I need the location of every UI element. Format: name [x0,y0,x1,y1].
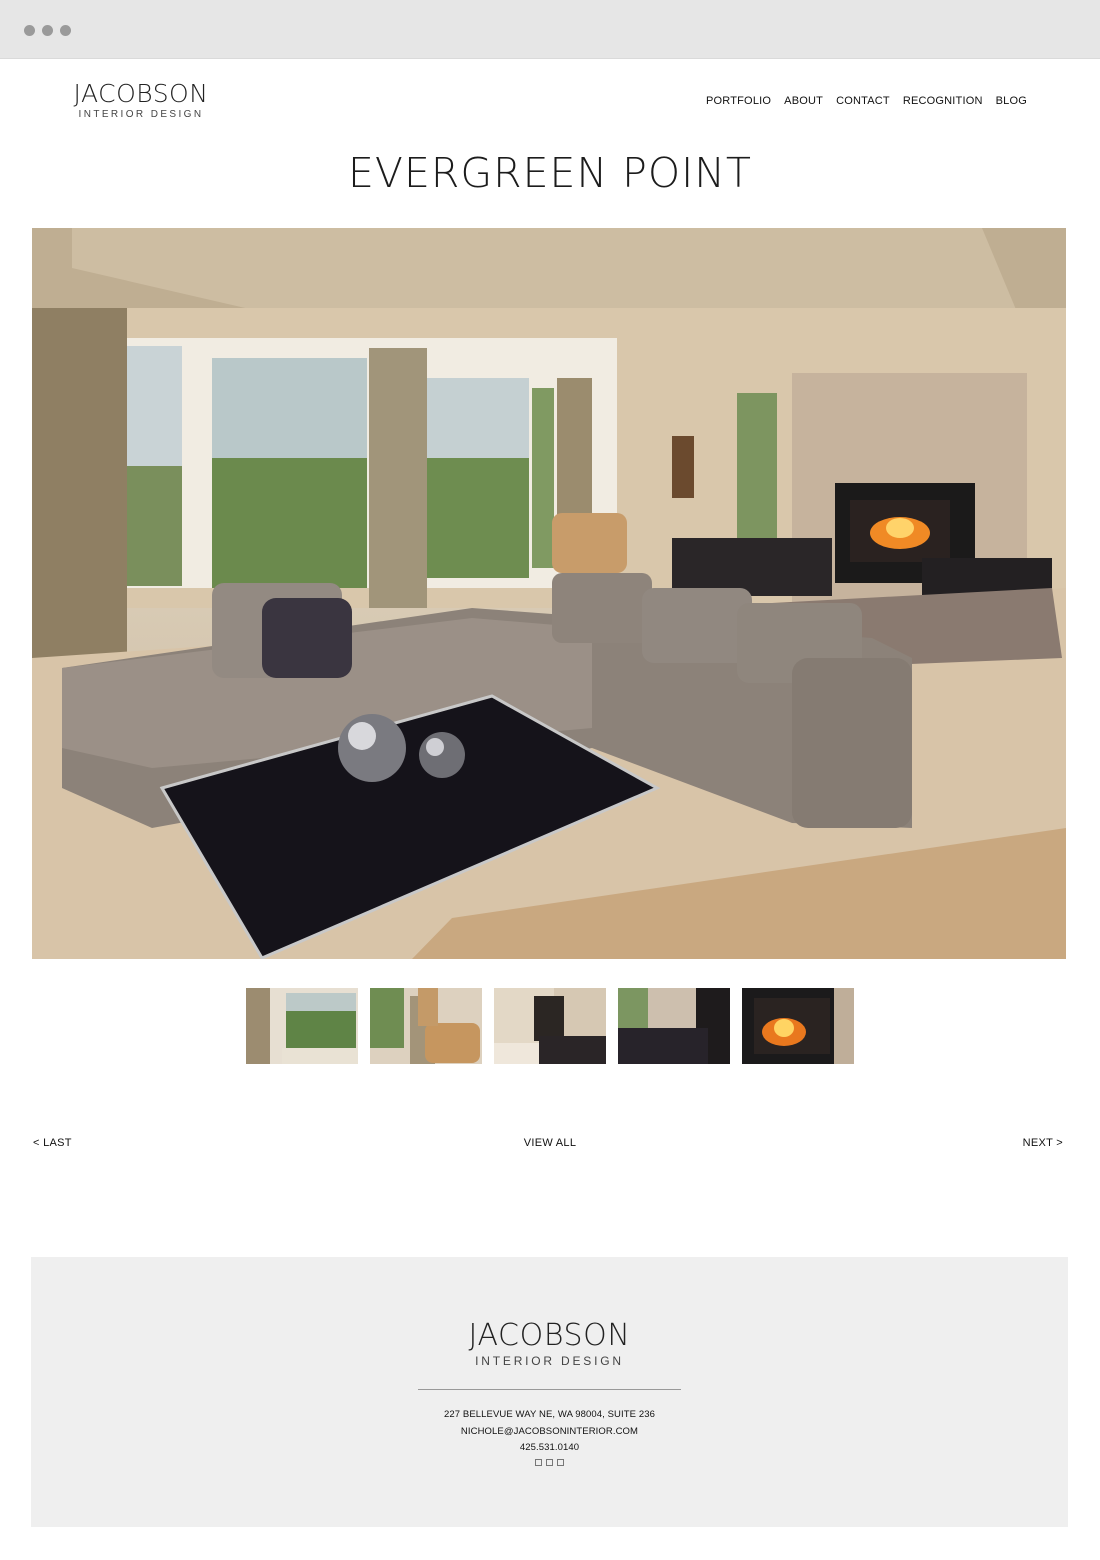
nav-portfolio[interactable]: PORTFOLIO [706,95,771,107]
footer-logo[interactable]: JACOBSON INTERIOR DESIGN [31,1318,1068,1369]
thumbnail-seating [618,988,730,1064]
thumbnail-5[interactable] [742,988,854,1064]
thumbnail-4[interactable] [618,988,730,1064]
nav-about[interactable]: ABOUT [784,95,823,107]
main-nav: PORTFOLIO ABOUT CONTACT RECOGNITION BLOG [706,95,1027,107]
hero-photo [32,228,1066,959]
next-project-link[interactable]: NEXT > [1023,1137,1063,1149]
thumbnail-black-sofa [494,988,606,1064]
thumbnail-1[interactable] [246,988,358,1064]
window-dot-icon[interactable] [24,25,35,36]
view-all-link[interactable]: VIEW ALL [0,1137,1100,1149]
site-logo[interactable]: JACOBSON INTERIOR DESIGN [68,79,214,121]
page-title: EVERGREEN POINT [348,149,752,197]
thumbnail-3[interactable] [494,988,606,1064]
footer-address: 227 BELLEVUE WAY NE, WA 98004, SUITE 236 [444,1409,655,1420]
window-dot-icon[interactable] [42,25,53,36]
living-room-illustration [32,228,1066,959]
social-icon[interactable] [546,1458,553,1466]
footer-contact-info: 227 BELLEVUE WAY NE, WA 98004, SUITE 236… [31,1407,1068,1466]
thumbnail-strip [246,988,854,1064]
thumbnail-2[interactable] [370,988,482,1064]
footer-logo-tagline: INTERIOR DESIGN [475,1354,624,1368]
thumbnail-fireplace [742,988,854,1064]
nav-recognition[interactable]: RECOGNITION [903,95,983,107]
thumbnail-window-view [246,988,358,1064]
social-links [31,1458,1068,1466]
footer-phone[interactable]: 425.531.0140 [31,1440,1068,1457]
site-footer: JACOBSON INTERIOR DESIGN 227 BELLEVUE WA… [31,1257,1068,1527]
browser-chrome [0,0,1100,59]
footer-divider [418,1389,681,1390]
logo-tagline: INTERIOR DESIGN [78,109,204,120]
footer-email[interactable]: NICHOLE@JACOBSONINTERIOR.COM [31,1424,1068,1441]
window-dot-icon[interactable] [60,25,71,36]
nav-contact[interactable]: CONTACT [836,95,890,107]
nav-blog[interactable]: BLOG [996,95,1027,107]
logo-name: JACOBSON [73,79,209,108]
thumbnail-armchair [370,988,482,1064]
social-icon[interactable] [557,1458,564,1466]
social-icon[interactable] [535,1458,542,1466]
footer-logo-name: JACOBSON [468,1318,631,1353]
page: JACOBSON INTERIOR DESIGN PORTFOLIO ABOUT… [0,0,1100,1560]
